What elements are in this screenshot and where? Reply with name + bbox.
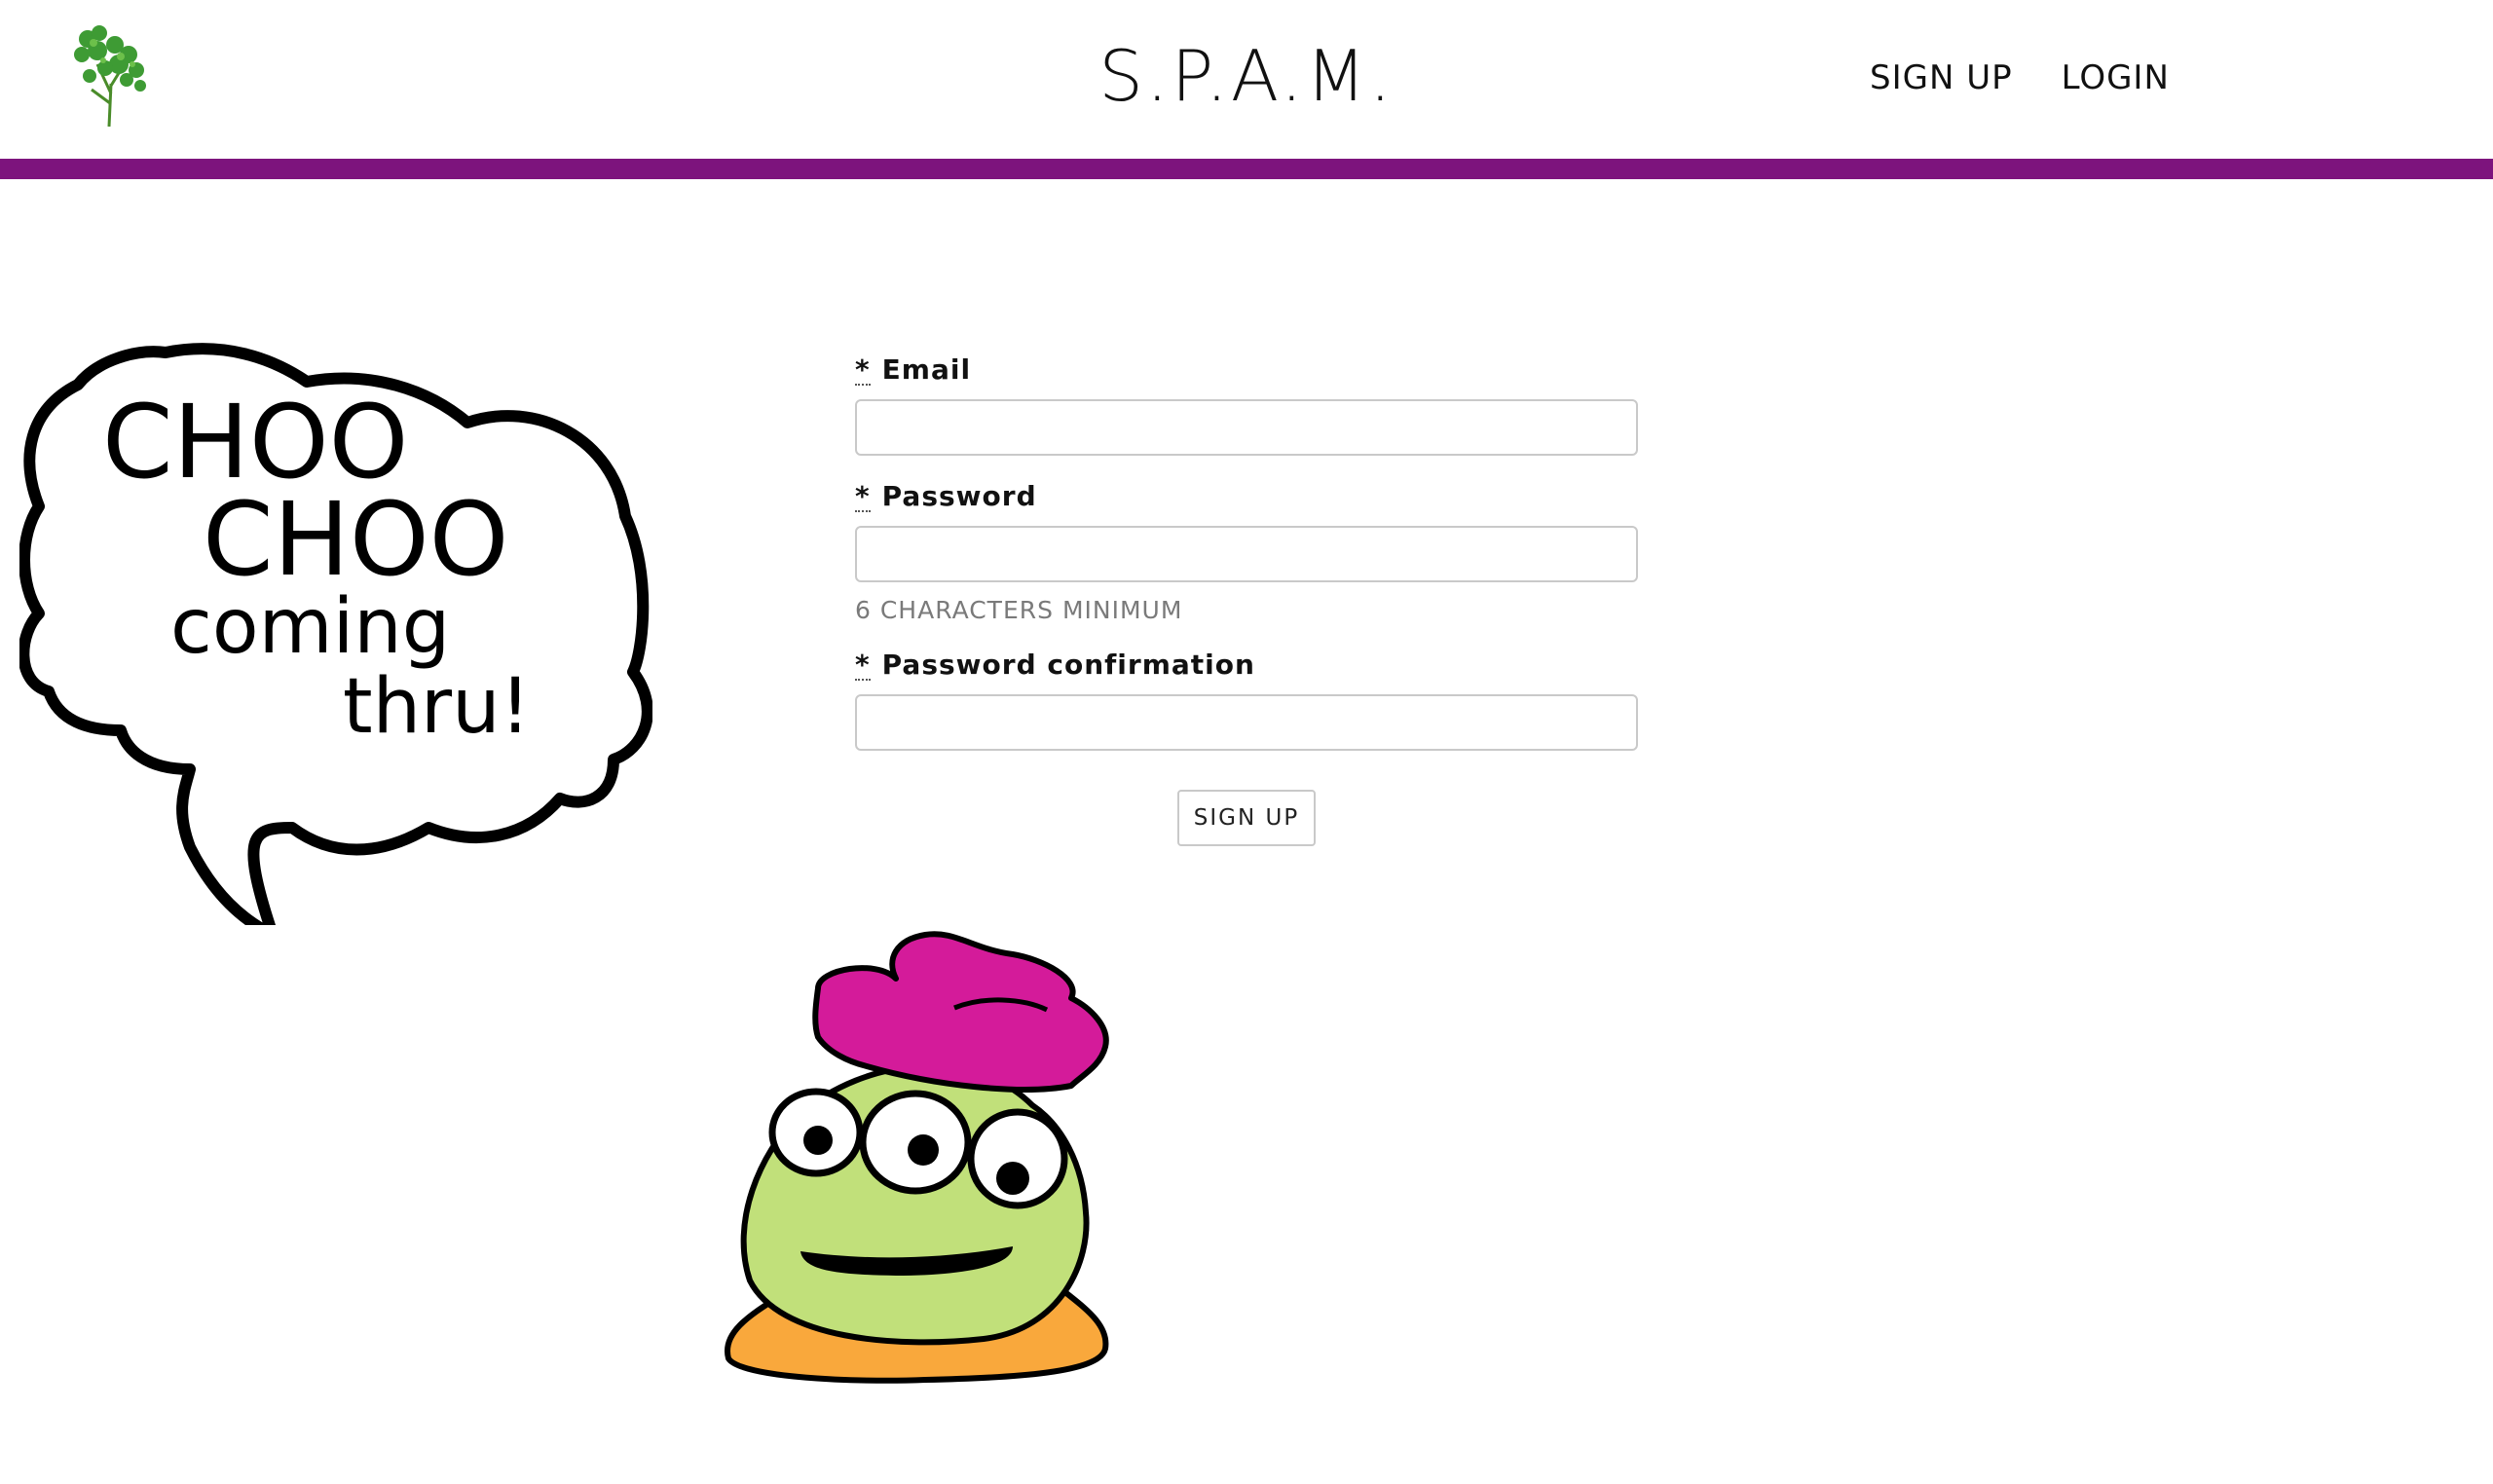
- sign-up-button[interactable]: SIGN UP: [1177, 790, 1316, 846]
- email-label: * Email: [855, 351, 1638, 390]
- sign-up-form: * Email * Password 6 CHARACTERS MINIMUM * P…: [855, 351, 1638, 846]
- password-hint: 6 CHARACTERS MINIMUM: [855, 596, 1183, 624]
- green-blob-mascot-icon: [724, 931, 1109, 1384]
- password-confirmation-label-text: Password confirmation: [881, 649, 1255, 681]
- password-field[interactable]: [855, 526, 1638, 582]
- nav-login-link[interactable]: LOGIN: [2062, 58, 2170, 97]
- password-confirmation-group: * Password confirmation: [855, 646, 1638, 751]
- required-marker: *: [855, 353, 871, 386]
- header-nav: SIGN UP LOGIN: [1870, 58, 2170, 97]
- bubble-line-4: thru!: [343, 663, 531, 751]
- choo-choo-speech-bubble: CHOO CHOO coming thru!: [19, 343, 652, 925]
- site-title[interactable]: S.P.A.M.: [1052, 35, 1441, 117]
- nav-sign-up-link[interactable]: SIGN UP: [1870, 58, 2013, 97]
- site-header: S.P.A.M. SIGN UP LOGIN: [0, 0, 2493, 160]
- bubble-line-2: CHOO: [203, 480, 509, 599]
- required-marker: *: [855, 480, 871, 512]
- password-confirmation-field[interactable]: [855, 694, 1638, 751]
- required-marker: *: [855, 649, 871, 681]
- email-field[interactable]: [855, 399, 1638, 456]
- email-group: * Email: [855, 351, 1638, 456]
- password-label: * Password: [855, 477, 1638, 516]
- submit-row: SIGN UP: [855, 790, 1638, 846]
- password-group: * Password 6 CHARACTERS MINIMUM: [855, 477, 1638, 624]
- password-confirmation-label: * Password confirmation: [855, 646, 1638, 685]
- header-accent-bar: [0, 159, 2493, 179]
- email-label-text: Email: [881, 353, 972, 386]
- password-label-text: Password: [881, 480, 1037, 512]
- home-logo-link[interactable]: [70, 25, 148, 128]
- bubble-line-3: coming: [170, 583, 450, 671]
- cilantro-logo-icon: [74, 25, 146, 128]
